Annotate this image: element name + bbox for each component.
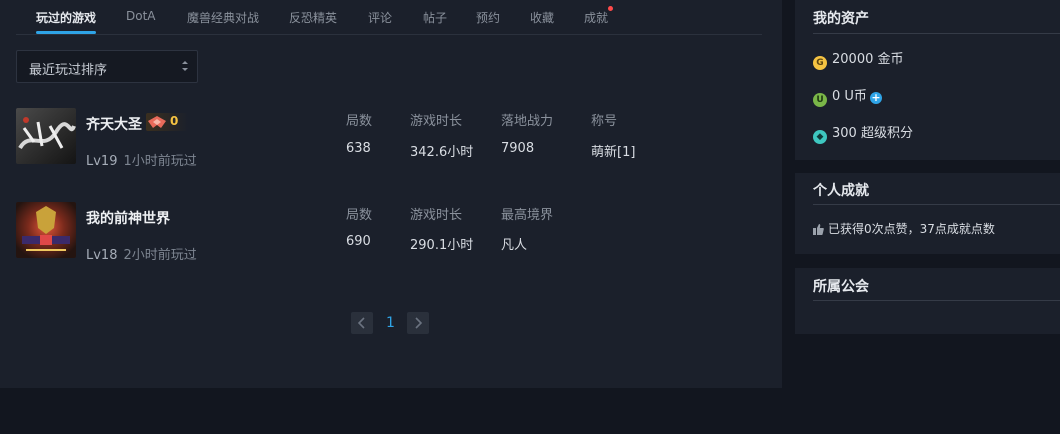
achievement-row: 已获得0次点赞，37点成就点数 [813,220,995,238]
super-points-row: ◆ 300 超级积分 [813,122,913,144]
sort-select-label: 最近玩过排序 [29,63,108,78]
sort-arrows-icon [181,59,189,73]
sort-select[interactable]: 最近玩过排序 [16,50,198,83]
stat-value: 690 [346,234,371,249]
game-name[interactable]: 齐天大圣 [86,114,142,134]
tab-posts[interactable]: 帖子 [423,9,447,26]
stat-value: 凡人 [501,238,528,253]
chevron-left-icon [357,317,365,329]
active-tab-indicator [36,31,96,34]
tab-favorites[interactable]: 收藏 [530,9,554,26]
game-level: Lv18 [86,248,118,263]
game-row: 齐天大圣 0 Lv19 1小时前玩过 局数 638 游戏时长 342.6小时 落地… [16,108,762,169]
diamond-icon: ◆ [813,130,827,144]
next-page-button[interactable] [407,312,429,334]
gold-coin-icon: G [813,56,827,70]
ucoin-row: U 0 U币 + [813,85,882,107]
tab-counter-strike[interactable]: 反恐精英 [289,9,337,26]
achievement-title: 个人成就 [813,183,869,199]
game-row: 我的前神世界 Lv18 2小时前玩过 局数 690 游戏时长 290.1小时 最高… [16,202,762,263]
stat-head: 局数 [346,208,373,223]
stat-head: 游戏时长 [410,208,463,223]
game-meta: Lv18 2小时前玩过 [86,244,197,263]
guild-title: 所属公会 [813,279,869,295]
tab-dota[interactable]: DotA [126,9,156,23]
stat-value: 7908 [501,141,535,156]
assets-card: 我的资产 G 20000 金币 U 0 U币 + ◆ 300 超级积分 [795,0,1060,160]
badge-count: 0 [170,114,179,128]
add-ucoin-icon[interactable]: + [869,92,882,104]
stat-value: 萌新[1] [591,145,636,160]
tab-bar: 玩过的游戏 DotA 魔兽经典对战 反恐精英 评论 帖子 预约 收藏 成就 [16,0,762,35]
tab-reservations[interactable]: 预约 [476,9,500,26]
tab-comments[interactable]: 评论 [368,9,392,26]
ucoin-icon: U [813,93,827,107]
notification-dot [608,6,613,11]
stat-head: 落地战力 [501,114,554,129]
page-number[interactable]: 1 [386,315,395,331]
wings-icon [146,113,168,135]
divider [813,300,1060,301]
super-points-text: 300 超级积分 [832,126,913,141]
last-played: 2小时前玩过 [123,248,197,263]
guild-card: 所属公会 [795,268,1060,334]
game-name[interactable]: 我的前神世界 [86,208,170,228]
divider [813,204,1060,205]
gold-coins-text: 20000 金币 [832,52,904,67]
stat-head: 最高境界 [501,208,554,223]
stat-value: 638 [346,141,371,156]
last-played: 1小时前玩过 [123,154,197,169]
game-level: Lv19 [86,154,118,169]
divider [813,33,1060,34]
main-panel: 玩过的游戏 DotA 魔兽经典对战 反恐精英 评论 帖子 预约 收藏 成就 最近… [0,0,782,388]
game-cover-image[interactable] [16,108,76,164]
prev-page-button[interactable] [351,312,373,334]
stat-head: 游戏时长 [410,114,463,129]
stat-value: 342.6小时 [410,145,474,160]
achievement-card: 个人成就 已获得0次点赞，37点成就点数 [795,173,1060,254]
rank-badge: 0 [146,113,188,131]
game-cover-image[interactable] [16,202,76,258]
stat-head: 称号 [591,114,618,129]
game-meta: Lv19 1小时前玩过 [86,150,197,169]
tab-achievements[interactable]: 成就 [584,9,608,26]
stat-value: 290.1小时 [410,238,474,253]
ucoin-text: 0 U币 [832,89,867,104]
stat-head: 局数 [346,114,373,129]
tab-warcraft-classic[interactable]: 魔兽经典对战 [187,9,259,26]
gold-coins-row: G 20000 金币 [813,48,904,70]
chevron-right-icon [415,317,423,329]
thumbs-up-icon [813,224,824,238]
assets-title: 我的资产 [813,11,869,27]
achievement-text: 已获得0次点赞，37点成就点数 [828,222,995,236]
tab-played-games[interactable]: 玩过的游戏 [36,9,96,26]
